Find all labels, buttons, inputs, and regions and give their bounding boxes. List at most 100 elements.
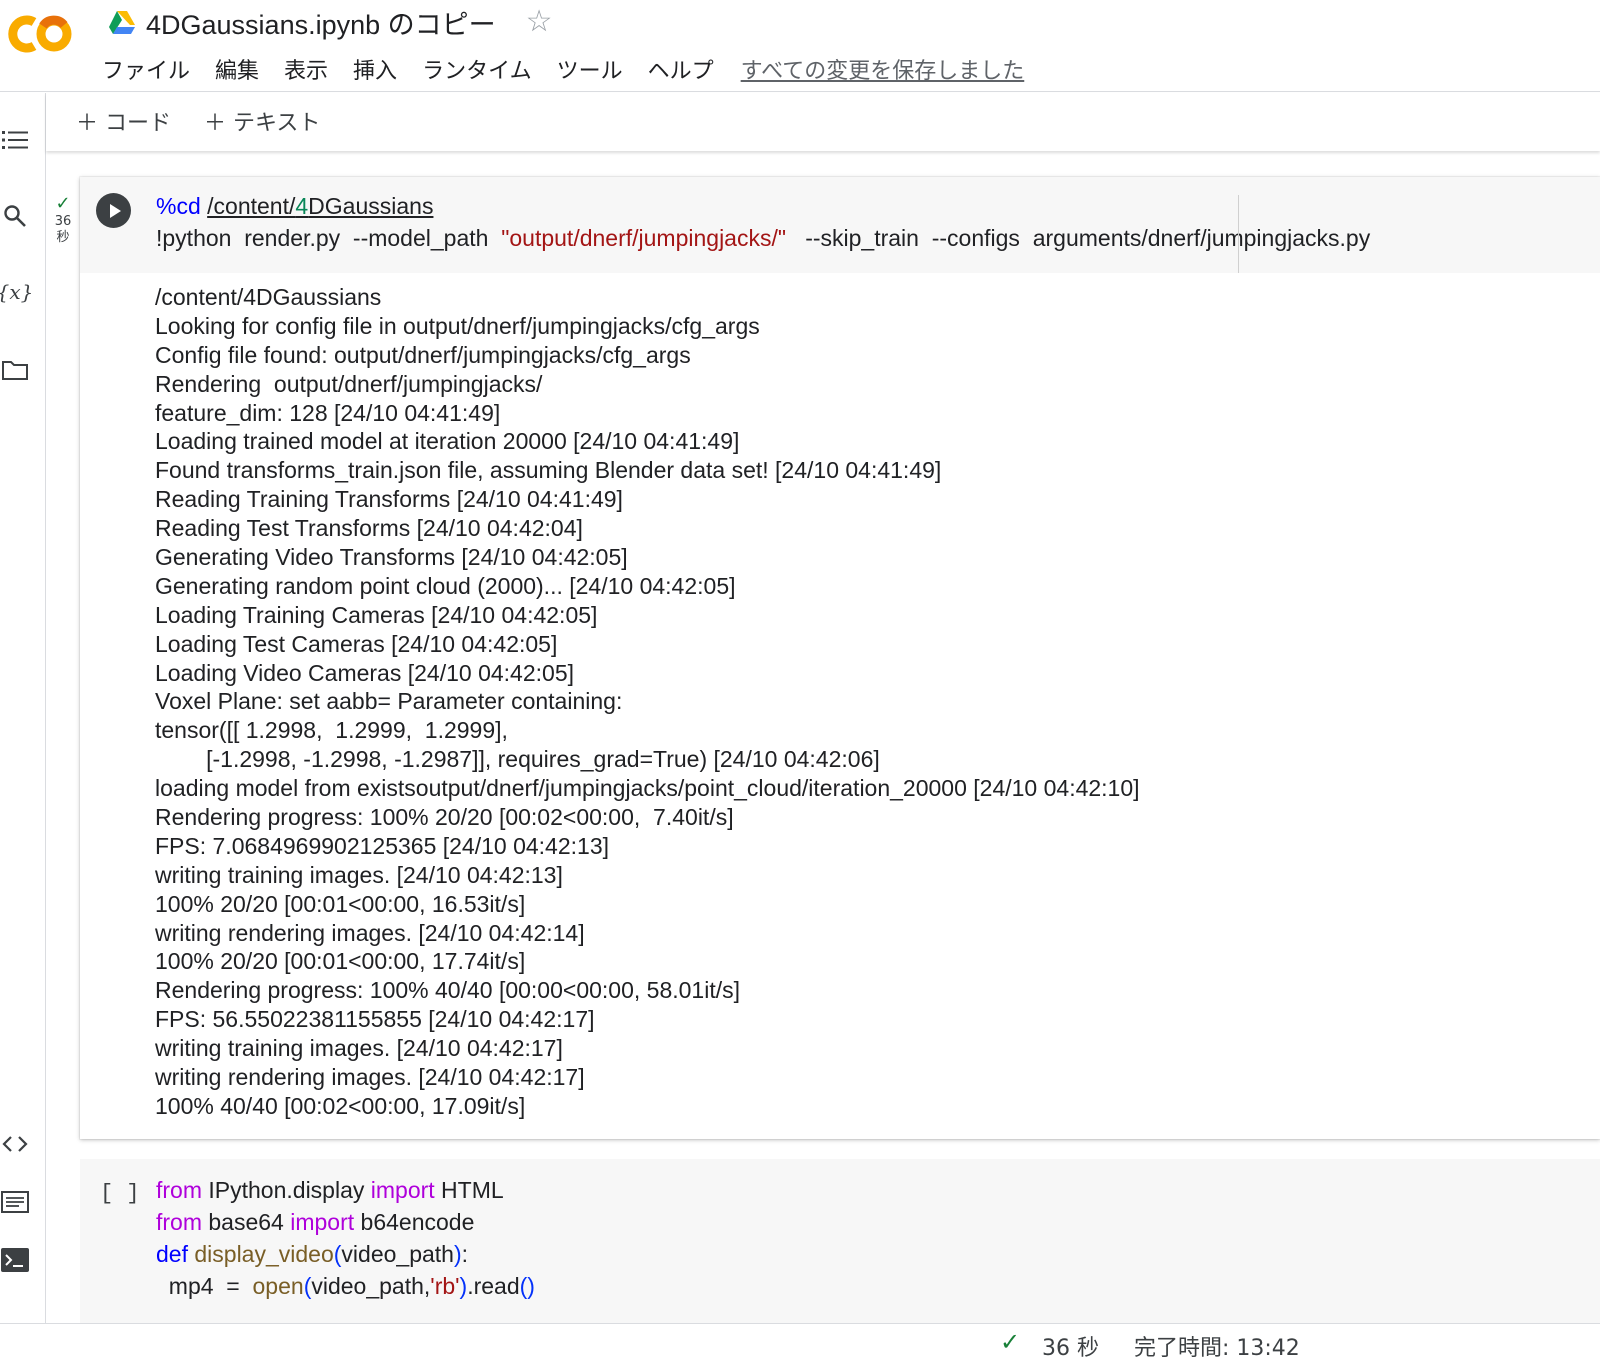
google-drive-icon[interactable] (108, 10, 136, 34)
variables-icon[interactable]: {𝑥} (0, 277, 33, 307)
command-palette-icon[interactable] (0, 1187, 30, 1217)
code-token: !python render.py --model_path (156, 225, 502, 251)
output-line: Voxel Plane: set aabb= Parameter contain… (155, 688, 623, 715)
output-line: Rendering progress: 100% 20/20 [00:02<00… (155, 804, 734, 831)
code-line: !python render.py --model_path "output/d… (156, 225, 1370, 252)
files-folder-icon[interactable] (0, 355, 30, 385)
output-line: Loading trained model at iteration 20000… (155, 428, 740, 455)
code-token: b64encode (354, 1209, 475, 1235)
notebook-area: ✓ 36 秒 %cd /content/4DGaussians !python … (46, 151, 1600, 1323)
output-line: Looking for config file in output/dnerf/… (155, 312, 760, 339)
code-token: /content/ (207, 193, 296, 219)
output-line: FPS: 56.55022381155855 [24/10 04:42:17] (155, 1006, 595, 1033)
output-line: Loading Video Cameras [24/10 04:42:05] (155, 659, 574, 686)
save-status-link[interactable]: すべての変更を保存しました (741, 53, 1025, 85)
code-token: DGaussians (308, 193, 434, 219)
menu-runtime[interactable]: ランタイム (422, 53, 532, 85)
left-sidebar: {𝑥} (0, 93, 46, 1323)
output-line: writing training images. [24/10 04:42:13… (155, 861, 563, 888)
output-line: Found transforms_train.json file, assumi… (155, 457, 942, 484)
code-token: %cd (156, 193, 201, 219)
output-line: Reading Test Transforms [24/10 04:42:04] (155, 515, 583, 542)
code-token: .read (467, 1273, 520, 1299)
output-line: 100% 20/20 [00:01<00:00, 16.53it/s] (155, 890, 526, 917)
code-token: ) (453, 1241, 462, 1267)
output-line: Rendering output/dnerf/jumpingjacks/ (155, 370, 543, 397)
add-code-button[interactable]: ＋ コード (76, 105, 171, 137)
execution-unit: 秒 (56, 230, 70, 245)
execution-status: ✓ 36 秒 (50, 195, 76, 246)
output-line: Generating random point cloud (2000)... … (155, 572, 736, 599)
execution-seconds: 36 (54, 214, 72, 229)
code-path: /content/4DGaussians (207, 193, 433, 219)
play-icon (109, 203, 121, 218)
output-line: Reading Training Transforms [24/10 04:41… (155, 486, 623, 513)
add-text-button[interactable]: ＋ テキスト (204, 105, 320, 137)
code-line: from base64 import b64encode (156, 1209, 474, 1236)
code-token: import (370, 1177, 435, 1203)
output-line: writing training images. [24/10 04:42:17… (155, 1035, 563, 1062)
title-row: 4DGaussians.ipynb のコピー ☆ (108, 4, 553, 40)
code-token: "output/dnerf/jumpingjacks/" (501, 225, 787, 251)
output-line: loading model from existsoutput/dnerf/ju… (155, 775, 1140, 802)
terminal-icon[interactable] (0, 1245, 30, 1275)
code-token: --skip_train --configs arguments/dnerf/j… (786, 225, 1371, 251)
output-line: feature_dim: 128 [24/10 04:41:49] (155, 399, 501, 426)
code-token: IPython.display (202, 1177, 371, 1203)
output-line: 100% 40/40 [00:02<00:00, 17.09it/s] (155, 1092, 526, 1119)
output-line: Loading Test Cameras [24/10 04:42:05] (155, 630, 558, 657)
cell-output: /content/4DGaussians Looking for config f… (155, 283, 1595, 1121)
star-icon[interactable]: ☆ (526, 7, 553, 37)
code-cell-2[interactable]: [ ] from IPython.display import HTML fro… (80, 1159, 1600, 1323)
success-check-icon: ✓ (1000, 1328, 1021, 1356)
success-check-icon: ✓ (55, 193, 71, 214)
code-token: 4 (295, 193, 309, 219)
menu-insert[interactable]: 挿入 (353, 53, 397, 85)
code-line: mp4 = open(video_path,'rb').read() (156, 1273, 535, 1300)
header: 4DGaussians.ipynb のコピー ☆ ファイル 編集 表示 挿入 ラ… (0, 0, 1600, 92)
code-token: display_video (187, 1241, 334, 1267)
menu-help[interactable]: ヘルプ (648, 53, 714, 85)
colab-logo[interactable] (4, 10, 76, 58)
notebook-toolbar: ＋ コード ＋ テキスト (46, 93, 1600, 151)
output-line: writing rendering images. [24/10 04:42:1… (155, 1064, 585, 1091)
code-token: HTML (434, 1177, 504, 1203)
completion-time[interactable]: 完了時間: 13:42 (1134, 1330, 1300, 1362)
output-line: writing rendering images. [24/10 04:42:1… (155, 919, 585, 946)
menu-file[interactable]: ファイル (102, 53, 190, 85)
code-token: : (461, 1241, 469, 1267)
output-line: tensor([[ 1.2998, 1.2999, 1.2999], (155, 717, 508, 744)
code-cell-1[interactable]: %cd /content/4DGaussians !python render.… (80, 177, 1600, 1139)
output-line: Config file found: output/dnerf/jumpingj… (155, 341, 691, 368)
status-bar: ✓ 36 秒 完了時間: 13:42 (0, 1323, 1600, 1363)
code-snippets-icon[interactable] (0, 1129, 30, 1159)
output-line: Generating Video Transforms [24/10 04:42… (155, 544, 628, 571)
ruler-line (1238, 195, 1239, 273)
code-token: base64 (202, 1209, 291, 1235)
output-line: Rendering progress: 100% 40/40 [00:00<00… (155, 977, 740, 1004)
execution-duration[interactable]: 36 秒 (1042, 1330, 1099, 1362)
code-token: () (519, 1273, 535, 1299)
code-token: open (252, 1273, 304, 1299)
code-editor[interactable]: %cd /content/4DGaussians !python render.… (80, 177, 1600, 273)
output-line: 100% 20/20 [00:01<00:00, 17.74it/s] (155, 948, 526, 975)
code-token: mp4 = (156, 1273, 253, 1299)
run-cell-button[interactable]: [ ] (100, 1181, 140, 1206)
output-line: FPS: 7.068496990212536​5 [24/10 04:42:13… (155, 832, 610, 859)
notebook-title[interactable]: 4DGaussians.ipynb のコピー (146, 3, 496, 42)
code-token: 'rb' (430, 1273, 460, 1299)
code-token: from (156, 1209, 202, 1235)
table-of-contents-icon[interactable] (0, 125, 30, 155)
run-cell-button[interactable] (96, 193, 131, 228)
menu-tools[interactable]: ツール (557, 53, 623, 85)
menu-view[interactable]: 表示 (284, 53, 328, 85)
code-token: def (156, 1241, 188, 1267)
menu-edit[interactable]: 編集 (215, 53, 259, 85)
code-line: from IPython.display import HTML (156, 1177, 504, 1204)
output-line: [-1.2998, -1.2998, -1.2987]], requires_g… (155, 746, 880, 773)
code-token: video_path, (311, 1273, 431, 1299)
code-line: def display_video(video_path): (156, 1241, 468, 1268)
output-line: Loading Training Cameras [24/10 04:42:05… (155, 601, 598, 628)
search-icon[interactable] (0, 201, 30, 231)
code-line: %cd /content/4DGaussians (156, 193, 433, 220)
